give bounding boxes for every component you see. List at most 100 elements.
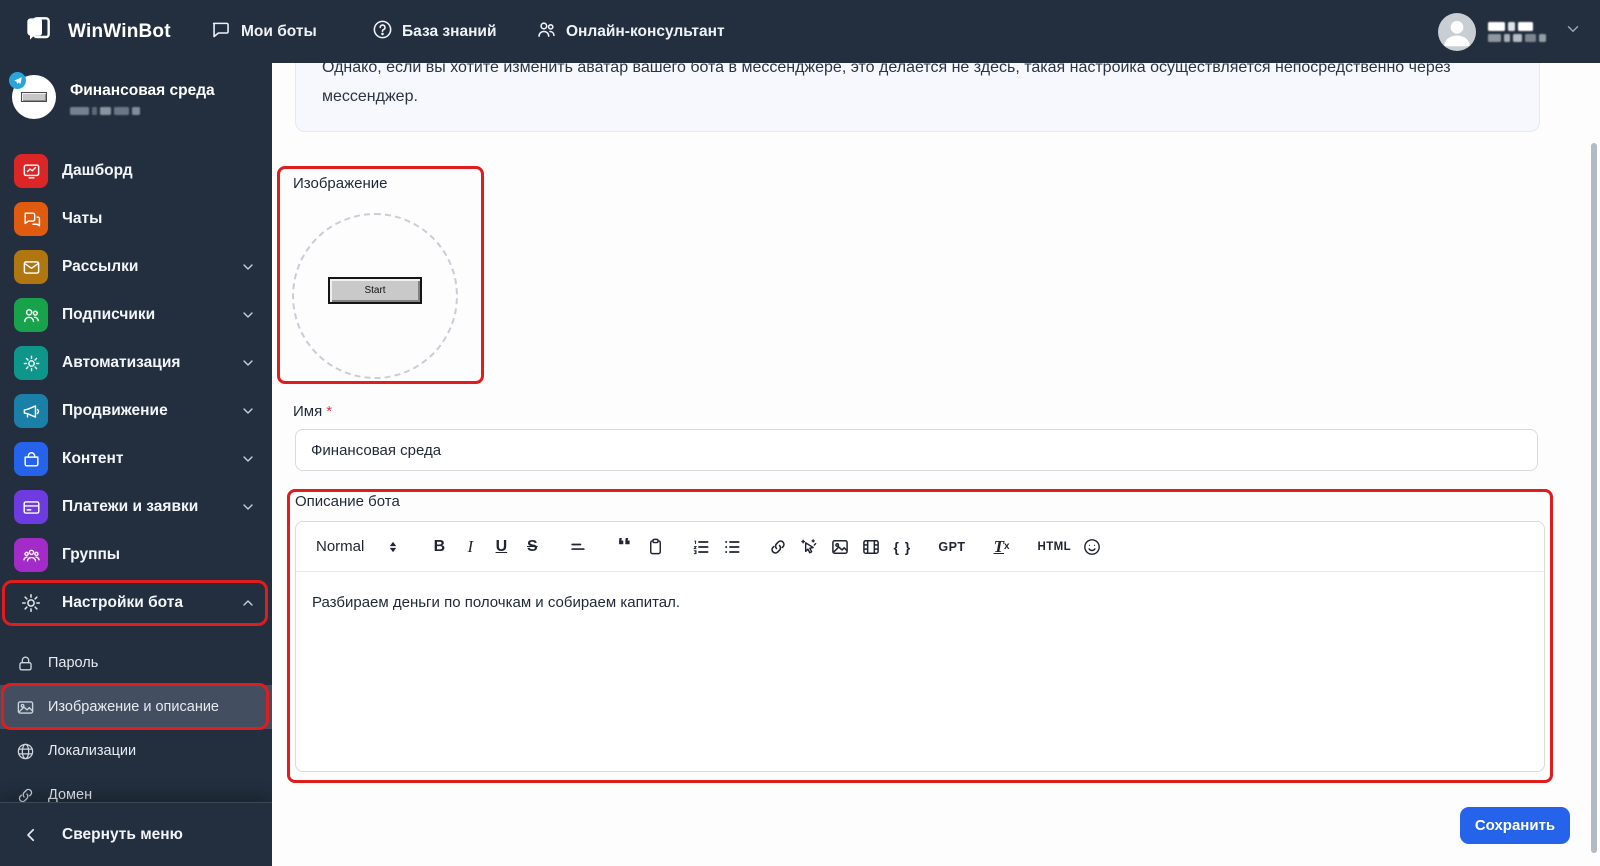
html-button[interactable]: HTML: [1038, 534, 1072, 560]
main-content: Однако, если вы хотите изменить аватар в…: [272, 63, 1600, 866]
style-select-stepper-icon[interactable]: [383, 534, 403, 560]
sidebar-item-subscribers[interactable]: Подписчики: [0, 291, 272, 339]
underline-button[interactable]: U: [491, 534, 511, 560]
winwinbot-logo-icon: [22, 13, 54, 50]
topbar: WinWinBot Мои боты База знаний Онлайн-ко…: [0, 0, 1600, 63]
topnav-label: Онлайн-консультант: [566, 22, 725, 40]
clear-format-button[interactable]: Tx: [992, 534, 1012, 560]
insert-video-button[interactable]: [861, 534, 881, 560]
sidebar-menu: Дашборд Чаты Рассылки Подписчики Автомат…: [0, 147, 272, 627]
subscribers-icon: [14, 298, 48, 332]
sidebar-item-dashboard[interactable]: Дашборд: [0, 147, 272, 195]
sidebar-item-label: Платежи и заявки: [62, 498, 199, 515]
sidebar-item-content[interactable]: Контент: [0, 435, 272, 483]
chevron-down-icon: [240, 499, 256, 515]
sidebar-item-chats[interactable]: Чаты: [0, 195, 272, 243]
bot-profile[interactable]: Финансовая среда: [9, 72, 215, 119]
brand-name: WinWinBot: [68, 20, 171, 42]
italic-button[interactable]: I: [460, 534, 480, 560]
sidebar: Финансовая среда Дашборд Чаты Рассылки П…: [0, 63, 272, 866]
groups-icon: [14, 538, 48, 572]
clipboard-button[interactable]: [645, 534, 665, 560]
submenu-item-label: Изображение и описание: [48, 699, 219, 715]
code-button[interactable]: { }: [892, 534, 912, 560]
lock-icon: [19, 656, 32, 671]
question-circle-icon: [372, 19, 393, 45]
strikethrough-button[interactable]: S: [522, 534, 542, 560]
topnav-label: База знаний: [402, 22, 497, 40]
megaphone-icon: [14, 394, 48, 428]
submenu-item-label: Домен: [48, 787, 93, 803]
description-editor: Normal B I U S “ {} GPT T x HTML Разбир…: [295, 521, 1545, 772]
link-button[interactable]: [768, 534, 788, 560]
chats-icon: [14, 202, 48, 236]
style-select[interactable]: Normal: [316, 534, 364, 560]
sidebar-item-label: Чаты: [62, 210, 103, 227]
people-icon: [536, 19, 557, 45]
bot-avatar-image: [21, 92, 47, 102]
sidebar-item-automation[interactable]: Автоматизация: [0, 339, 272, 387]
topnav-my-bots[interactable]: Мои боты: [211, 0, 317, 63]
ordered-list-button[interactable]: [691, 534, 711, 560]
emoji-button[interactable]: [1082, 534, 1102, 560]
chevron-down-icon: [240, 307, 256, 323]
bullet-list-button[interactable]: [722, 534, 742, 560]
bold-button[interactable]: B: [429, 534, 449, 560]
dashboard-icon: [14, 154, 48, 188]
sidebar-item-label: Настройки бота: [62, 594, 183, 611]
topnav-online-consultant[interactable]: Онлайн-консультант: [536, 0, 725, 63]
submenu-item-label: Пароль: [48, 655, 99, 671]
sidebar-item-bot-settings[interactable]: Настройки бота: [0, 579, 272, 627]
sidebar-item-promotion[interactable]: Продвижение: [0, 387, 272, 435]
align-button[interactable]: [568, 534, 588, 560]
sidebar-item-groups[interactable]: Группы: [0, 531, 272, 579]
bot-subtitle-redacted: [70, 107, 215, 115]
submenu-item-password[interactable]: Пароль: [0, 641, 272, 685]
chevron-down-icon: [240, 403, 256, 419]
image-icon: [17, 700, 34, 714]
topnav-knowledge-base[interactable]: База знаний: [372, 0, 496, 63]
chevron-down-icon: [240, 451, 256, 467]
ai-cursor-button[interactable]: [799, 534, 819, 560]
sidebar-item-label: Подписчики: [62, 306, 156, 323]
user-avatar: [1438, 12, 1476, 51]
chevron-down-icon: [240, 355, 256, 371]
collapse-menu-label: Свернуть меню: [62, 825, 183, 843]
sidebar-item-broadcasts[interactable]: Рассылки: [0, 243, 272, 291]
credit-card-icon: [14, 490, 48, 524]
chevron-down-icon: [240, 259, 256, 275]
sidebar-item-payments[interactable]: Платежи и заявки: [0, 483, 272, 531]
sidebar-item-label: Рассылки: [62, 258, 139, 275]
submenu-item-label: Локализации: [48, 743, 137, 759]
page-scrollbar[interactable]: [1591, 143, 1597, 853]
gear-icon: [14, 586, 48, 620]
brand[interactable]: WinWinBot: [22, 0, 171, 63]
gear-icon: [14, 346, 48, 380]
globe-icon: [17, 743, 34, 759]
bot-avatar: [9, 72, 56, 119]
submenu-item-localizations[interactable]: Локализации: [0, 729, 272, 773]
collapse-menu-button[interactable]: Свернуть меню: [0, 802, 272, 866]
bot-settings-submenu: Пароль Изображение и описание Локализаци…: [0, 641, 272, 817]
blockquote-button[interactable]: “: [614, 538, 634, 556]
sidebar-item-label: Автоматизация: [62, 354, 181, 371]
telegram-badge-icon: [9, 72, 26, 89]
submenu-item-image-description[interactable]: Изображение и описание: [0, 685, 272, 729]
bot-name-input[interactable]: [295, 429, 1538, 471]
bot-image-preview: Start: [328, 277, 422, 304]
sidebar-item-label: Контент: [62, 450, 124, 467]
chevron-left-icon: [27, 828, 35, 841]
gpt-button[interactable]: GPT: [938, 534, 965, 560]
save-button[interactable]: Сохранить: [1460, 807, 1570, 844]
editor-toolbar: Normal B I U S “ {} GPT T x HTML: [296, 522, 1544, 572]
chevron-up-icon: [240, 595, 256, 611]
image-section-label: Изображение: [293, 175, 388, 192]
name-field-label: Имя *: [293, 403, 333, 420]
sidebar-item-label: Группы: [62, 546, 121, 563]
notice-box: Однако, если вы хотите изменить аватар в…: [295, 63, 1540, 132]
user-menu[interactable]: [1438, 0, 1582, 63]
envelope-icon: [14, 250, 48, 284]
description-editor-body[interactable]: Разбираем деньги по полочкам и собираем …: [296, 572, 1544, 634]
description-section-label: Описание бота: [295, 493, 400, 510]
insert-image-button[interactable]: [830, 534, 850, 560]
